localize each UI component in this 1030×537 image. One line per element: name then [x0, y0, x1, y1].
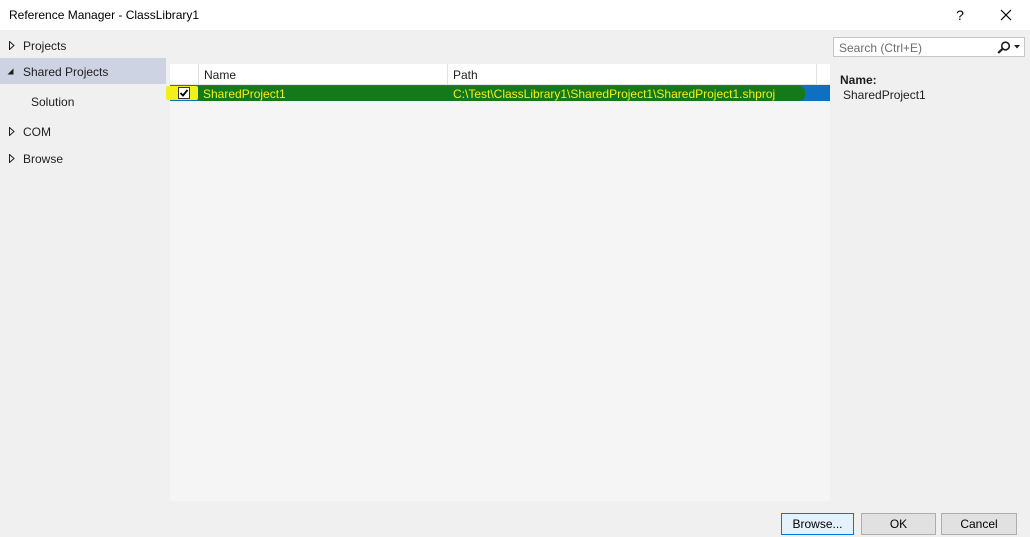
chevron-down-icon[interactable] [1014, 45, 1020, 49]
collapsed-arrow-icon[interactable] [9, 41, 15, 50]
row-path: C:\Test\ClassLibrary1\SharedProject1\Sha… [453, 87, 776, 101]
details-name-label: Name: [840, 73, 877, 87]
column-header-path[interactable]: Path [448, 64, 817, 85]
column-header-check[interactable] [170, 64, 199, 85]
nav-item-label: Shared Projects [23, 65, 109, 79]
nav-item-shared-projects[interactable]: Shared Projects [0, 58, 166, 84]
cancel-button[interactable]: Cancel [941, 513, 1017, 535]
ok-button[interactable]: OK [861, 513, 936, 535]
close-button[interactable] [986, 0, 1026, 30]
column-header-label: Name [204, 68, 237, 82]
nav-item-browse[interactable]: Browse [0, 145, 166, 171]
collapsed-arrow-icon[interactable] [9, 154, 15, 163]
column-header-label: Path [453, 68, 478, 82]
details-name-value: SharedProject1 [843, 88, 926, 102]
browse-button[interactable]: Browse... [781, 513, 854, 535]
row-checkbox-overlay[interactable] [178, 87, 190, 99]
left-nav: Projects Shared Projects Solution COM Br… [0, 30, 166, 507]
expanded-arrow-icon[interactable] [7, 68, 14, 75]
collapsed-arrow-icon[interactable] [9, 127, 15, 136]
search-placeholder: Search (Ctrl+E) [839, 41, 923, 55]
search-input[interactable]: Search (Ctrl+E) [833, 37, 1025, 57]
nav-item-com[interactable]: COM [0, 118, 166, 144]
details-pane: Name: SharedProject1 [840, 73, 926, 102]
close-icon [1000, 9, 1012, 21]
nav-item-projects[interactable]: Projects [0, 32, 166, 58]
column-header-name[interactable]: Name [199, 64, 448, 85]
help-button[interactable]: ? [940, 0, 980, 30]
row-name: SharedProject1 [203, 87, 286, 101]
nav-item-solution[interactable]: Solution [0, 88, 166, 114]
checkmark-icon [179, 89, 189, 97]
reference-list: Name Path SharedProject1 C:\Test\ClassLi… [170, 64, 830, 501]
help-icon: ? [956, 7, 964, 23]
window-title: Reference Manager - ClassLibrary1 [9, 8, 200, 22]
nav-item-label: Browse [23, 152, 64, 166]
nav-item-label: COM [23, 125, 51, 139]
title-bar: Reference Manager - ClassLibrary1 ? [0, 0, 1030, 30]
column-header-filler [817, 64, 830, 85]
nav-item-label: Projects [23, 39, 67, 53]
nav-item-label: Solution [31, 95, 75, 109]
search-icon[interactable] [997, 41, 1011, 54]
